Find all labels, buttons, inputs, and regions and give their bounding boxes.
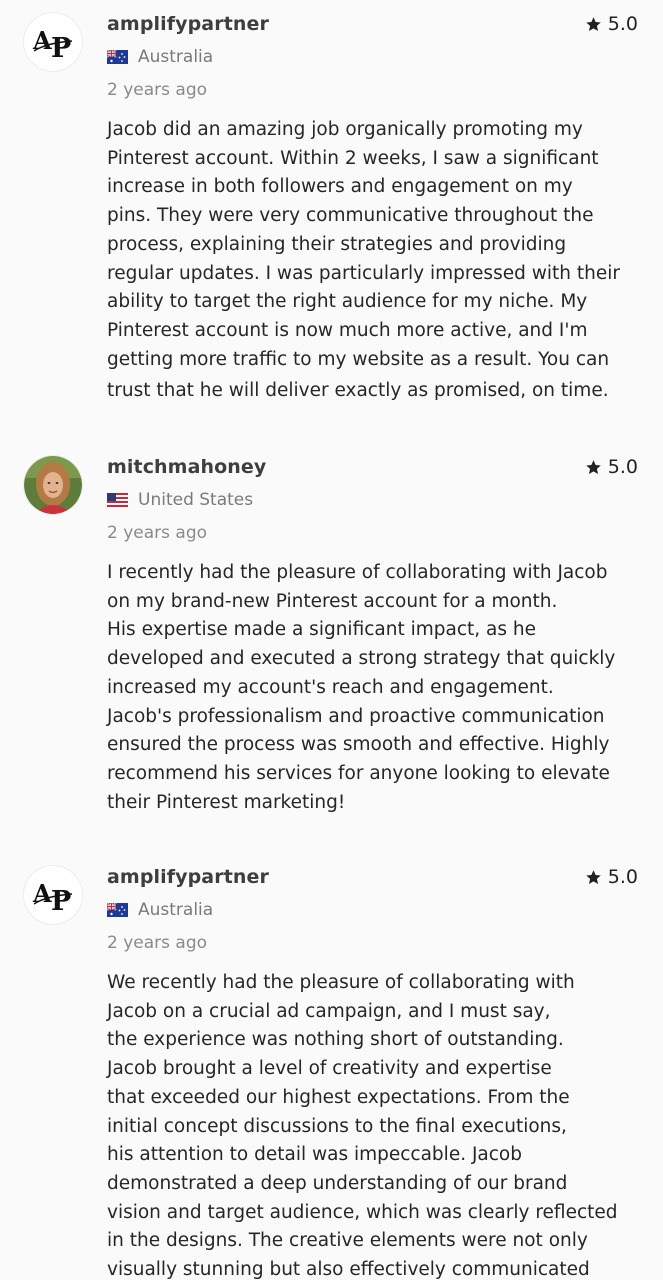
review-text-line: ability to target the right audience for… [107, 291, 588, 313]
review-text-line: in the designs. The creative elements we… [107, 1230, 588, 1252]
reviews-list: A P amplifypartner 5.0 Australia 2 years… [0, 0, 663, 1280]
review-text-line: Jacob on a crucial ad campaign, and I mu… [107, 1000, 551, 1022]
reviewer-username[interactable]: mitchmahoney [107, 456, 266, 478]
user-photo-avatar[interactable] [24, 456, 82, 514]
review-text-line: getting more traffic to my website as a … [107, 348, 610, 370]
review-text-line: pins. They were very communicative throu… [107, 205, 594, 227]
review-text-line: demonstrated a deep understanding of our… [107, 1172, 568, 1194]
svg-text:A: A [32, 26, 52, 55]
rating: 5.0 [585, 456, 638, 478]
review-text-line: I recently had the pleasure of collabora… [107, 562, 608, 583]
review-text: We recently had the pleasure of collabor… [107, 969, 642, 1280]
country-name: Australia [138, 47, 214, 67]
review-text-line: Jacob did an amazing job organically pro… [107, 119, 583, 140]
review-text-line: regular updates. I was particularly impr… [107, 262, 620, 284]
united-states-flag-icon [107, 493, 128, 507]
reviewer-country: United States [107, 490, 253, 510]
reviewer-country: Australia [107, 900, 213, 920]
star-icon [586, 459, 601, 474]
rating-value: 5.0 [607, 13, 638, 35]
rating-value: 5.0 [607, 456, 638, 478]
ap-logo-avatar[interactable]: A P [24, 866, 82, 924]
star-icon [586, 869, 601, 884]
review-text-line: his attention to detail was impeccable. … [107, 1144, 522, 1166]
review-text-line: Jacob brought a level of creativity and … [107, 1058, 552, 1080]
rating: 5.0 [585, 866, 638, 888]
review-text-line: trust that he will deliver exactly as pr… [107, 380, 609, 402]
review-text-line: initial concept discussions to the final… [107, 1115, 567, 1137]
review-text-line: visually stunning but also effectively c… [107, 1259, 590, 1280]
review-text-line: Pinterest account. Within 2 weeks, I saw… [107, 147, 599, 169]
svg-text:P: P [51, 33, 71, 64]
review-time: 2 years ago [107, 80, 208, 100]
review-text-line: His expertise made a significant impact,… [107, 619, 536, 641]
review-time: 2 years ago [107, 523, 208, 543]
review-text-line: the experience was nothing short of outs… [107, 1029, 564, 1051]
rating: 5.0 [585, 13, 638, 35]
australia-flag-icon [107, 903, 128, 917]
svg-text:P: P [51, 886, 71, 917]
review-text-line: their Pinterest marketing! [107, 791, 346, 813]
reviewer-username[interactable]: amplifypartner [107, 866, 269, 888]
review-text-line: process, explaining their strategies and… [107, 233, 567, 255]
review-text-line: Pinterest account is now much more activ… [107, 319, 588, 341]
review-text-line: developed and executed a strong strategy… [107, 648, 616, 670]
review-text: Jacob did an amazing job organically pro… [107, 116, 642, 406]
review-text-line: Jacob's professionalism and proactive co… [107, 705, 605, 727]
star-icon [586, 16, 601, 31]
australia-flag-icon [107, 50, 128, 64]
review-text-line: We recently had the pleasure of collabor… [107, 972, 575, 993]
review-text-line: on my brand-new Pinterest account for a … [107, 590, 558, 612]
ap-logo-avatar[interactable]: A P [24, 13, 82, 71]
review-time: 2 years ago [107, 933, 208, 953]
rating-value: 5.0 [607, 866, 638, 888]
country-name: United States [138, 490, 254, 510]
review-text-line: that exceeded our highest expectations. … [107, 1086, 570, 1108]
reviewer-username[interactable]: amplifypartner [107, 13, 269, 35]
review-text-line: vision and target audience, which was cl… [107, 1201, 618, 1223]
review-text-line: recommend his services for anyone lookin… [107, 762, 610, 784]
review-text-line: increased my account's reach and engagem… [107, 676, 554, 698]
review-text: I recently had the pleasure of collabora… [107, 559, 642, 817]
review-text-line: increase in both followers and engagemen… [107, 176, 573, 198]
review-text-line: ensured the process was smooth and effec… [107, 734, 610, 756]
reviewer-country: Australia [107, 47, 213, 67]
country-name: Australia [138, 900, 214, 920]
svg-text:A: A [32, 879, 52, 908]
